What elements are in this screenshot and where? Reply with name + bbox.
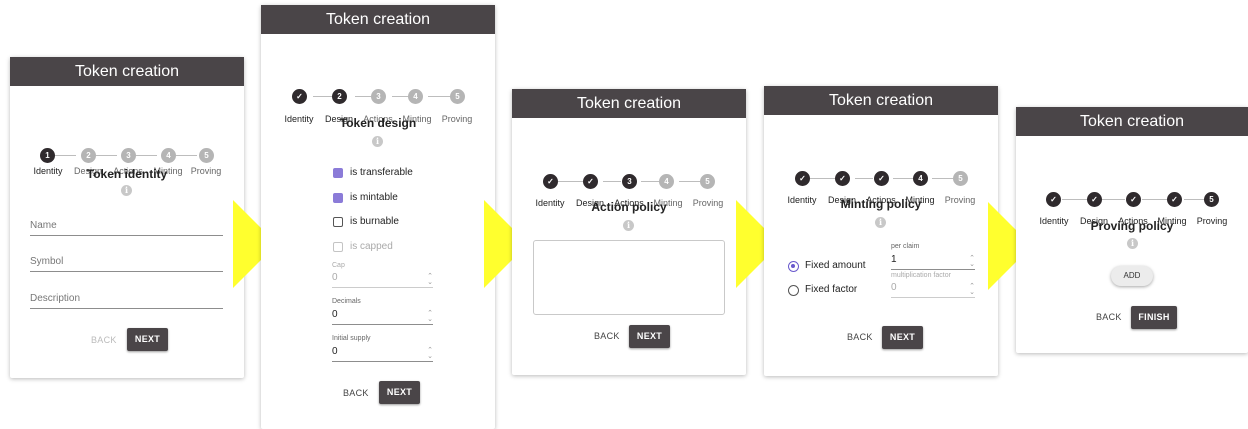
decimals-input[interactable]: 0 ⌃ ⌄ bbox=[332, 307, 433, 325]
step-5-icon[interactable]: 5 bbox=[700, 174, 715, 189]
back-button[interactable]: BACK bbox=[1096, 312, 1122, 322]
step-3-icon[interactable]: 3 bbox=[622, 174, 637, 189]
step-4-icon[interactable]: 4 bbox=[161, 148, 176, 163]
section-title: Token design bbox=[339, 116, 417, 130]
burnable-label: is burnable bbox=[350, 216, 399, 227]
spinner-icon[interactable]: ⌃ ⌄ bbox=[969, 283, 975, 296]
mintable-checkbox[interactable] bbox=[333, 193, 343, 203]
action-policy-textarea[interactable] bbox=[533, 240, 725, 315]
back-button[interactable]: BACK bbox=[343, 388, 369, 398]
step-done-check-icon[interactable]: ✓ bbox=[835, 171, 850, 186]
info-icon[interactable]: i bbox=[623, 220, 634, 231]
section-title: Action policy bbox=[591, 200, 667, 214]
step-4-icon[interactable]: 4 bbox=[408, 89, 423, 104]
step-4-icon[interactable]: 4 bbox=[913, 171, 928, 186]
step-3-icon[interactable]: 3 bbox=[121, 148, 136, 163]
next-button[interactable]: NEXT bbox=[629, 325, 670, 348]
spinner-icon[interactable]: ⌃ ⌄ bbox=[427, 310, 433, 323]
spinner-icon[interactable]: ⌃ ⌄ bbox=[969, 255, 975, 268]
step-5-icon[interactable]: 5 bbox=[1204, 192, 1219, 207]
back-button[interactable]: BACK bbox=[847, 332, 873, 342]
cap-value: 0 bbox=[332, 272, 338, 283]
symbol-placeholder: Symbol bbox=[30, 256, 64, 267]
per-claim-value: 1 bbox=[891, 254, 897, 265]
spinner-icon[interactable]: ⌃ ⌄ bbox=[427, 273, 433, 286]
cap-input[interactable]: 0 ⌃ ⌄ bbox=[332, 270, 433, 288]
panel-design: Token creation ✓ 2 3 4 5 Identity Design… bbox=[261, 5, 495, 429]
decimals-value: 0 bbox=[332, 309, 338, 320]
step-done-check-icon[interactable]: ✓ bbox=[1087, 192, 1102, 207]
factor-input[interactable]: 0 ⌃ ⌄ bbox=[891, 280, 975, 298]
capped-checkbox[interactable] bbox=[333, 242, 343, 252]
card-title: Token creation bbox=[512, 89, 746, 118]
fixed-amount-label: Fixed amount bbox=[805, 260, 866, 271]
per-claim-input[interactable]: 1 ⌃ ⌄ bbox=[891, 252, 975, 270]
per-claim-label: per claim bbox=[891, 243, 920, 250]
burnable-checkbox[interactable] bbox=[333, 217, 343, 227]
capped-label: is capped bbox=[350, 241, 393, 252]
panel-proving: Token creation ✓ ✓ ✓ ✓ 5 Identity Design… bbox=[1016, 107, 1248, 353]
info-icon[interactable]: i bbox=[372, 136, 383, 147]
transferable-label: is transferable bbox=[350, 167, 413, 178]
mintable-label: is mintable bbox=[350, 192, 398, 203]
next-button[interactable]: NEXT bbox=[127, 328, 168, 351]
description-placeholder: Description bbox=[30, 293, 81, 304]
back-button[interactable]: BACK bbox=[91, 335, 117, 345]
finish-button[interactable]: FINISH bbox=[1131, 306, 1177, 329]
panel-identity: Token creation 1 2 3 4 5 Identity Design… bbox=[10, 57, 244, 378]
description-field[interactable]: Description bbox=[30, 288, 223, 309]
initial-supply-label: Initial supply bbox=[332, 335, 371, 342]
card-title: Token creation bbox=[1016, 107, 1248, 136]
step-4-icon[interactable]: 4 bbox=[659, 174, 674, 189]
section-title: Token identity bbox=[86, 167, 168, 181]
info-icon[interactable]: i bbox=[875, 217, 886, 228]
step-5-icon[interactable]: 5 bbox=[953, 171, 968, 186]
initial-supply-value: 0 bbox=[332, 346, 338, 357]
card-title: Token creation bbox=[261, 5, 495, 34]
step-5-icon[interactable]: 5 bbox=[450, 89, 465, 104]
transferable-checkbox[interactable] bbox=[333, 168, 343, 178]
add-button[interactable]: ADD bbox=[1111, 266, 1153, 286]
spinner-icon[interactable]: ⌃ ⌄ bbox=[427, 347, 433, 360]
info-icon[interactable]: i bbox=[1127, 238, 1138, 249]
fixed-factor-label: Fixed factor bbox=[805, 284, 858, 295]
factor-value: 0 bbox=[891, 282, 897, 293]
step-2-icon[interactable]: 2 bbox=[81, 148, 96, 163]
fixed-factor-radio[interactable] bbox=[788, 285, 799, 296]
step-done-check-icon[interactable]: ✓ bbox=[1126, 192, 1141, 207]
section-title: Minting policy bbox=[840, 197, 922, 211]
next-button[interactable]: NEXT bbox=[882, 326, 923, 349]
step-done-check-icon[interactable]: ✓ bbox=[795, 171, 810, 186]
step-done-check-icon[interactable]: ✓ bbox=[1046, 192, 1061, 207]
symbol-field[interactable]: Symbol bbox=[30, 251, 223, 272]
cap-label: Cap bbox=[332, 262, 345, 269]
panel-actions: Token creation ✓ ✓ 3 4 5 Identity Design… bbox=[512, 89, 746, 375]
step-done-check-icon[interactable]: ✓ bbox=[874, 171, 889, 186]
fixed-amount-radio[interactable] bbox=[788, 261, 799, 272]
step-2-icon[interactable]: 2 bbox=[332, 89, 347, 104]
step-5-icon[interactable]: 5 bbox=[199, 148, 214, 163]
next-button[interactable]: NEXT bbox=[379, 381, 420, 404]
info-icon[interactable]: i bbox=[121, 185, 132, 196]
step-done-check-icon[interactable]: ✓ bbox=[583, 174, 598, 189]
initial-supply-input[interactable]: 0 ⌃ ⌄ bbox=[332, 344, 433, 362]
back-button[interactable]: BACK bbox=[594, 331, 620, 341]
name-field[interactable]: Name bbox=[30, 215, 223, 236]
step-1-icon[interactable]: 1 bbox=[40, 148, 55, 163]
step-done-check-icon[interactable]: ✓ bbox=[543, 174, 558, 189]
name-placeholder: Name bbox=[30, 220, 57, 231]
card-title: Token creation bbox=[10, 57, 244, 86]
decimals-label: Decimals bbox=[332, 298, 361, 305]
step-done-check-icon[interactable]: ✓ bbox=[292, 89, 307, 104]
factor-label: multiplication factor bbox=[891, 272, 951, 279]
card-title: Token creation bbox=[764, 86, 998, 115]
section-title: Proving policy bbox=[1090, 219, 1174, 233]
step-done-check-icon[interactable]: ✓ bbox=[1167, 192, 1182, 207]
panel-minting: Token creation ✓ ✓ ✓ 4 5 Identity Design… bbox=[764, 86, 998, 376]
step-3-icon[interactable]: 3 bbox=[371, 89, 386, 104]
